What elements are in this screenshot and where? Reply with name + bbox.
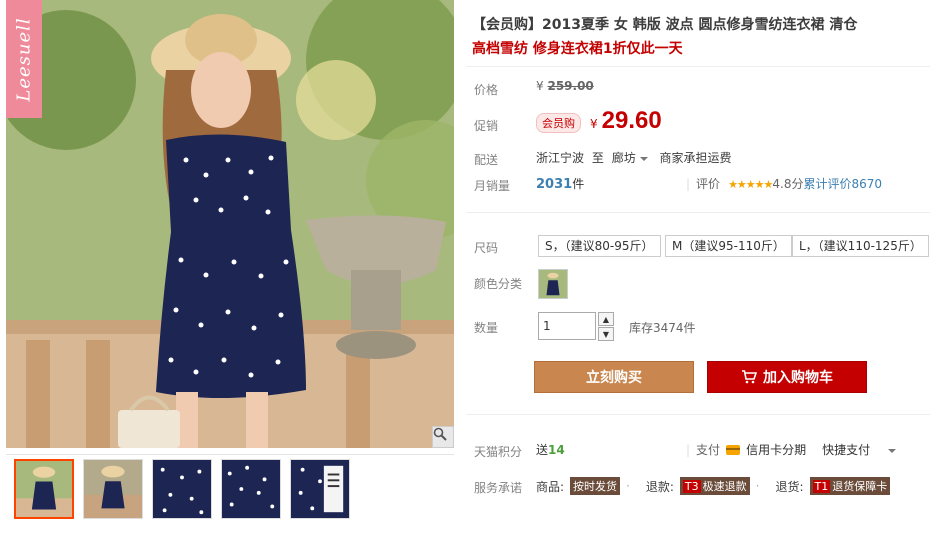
promo-price: ¥29.60 [590, 107, 662, 135]
thumbnail-1[interactable] [14, 459, 74, 519]
brand-logo-text: Leesuell [13, 16, 35, 102]
credit-card-icon [726, 444, 741, 455]
chevron-down-icon: ▼ [602, 329, 610, 339]
stock-text: 库存3474件 [629, 321, 696, 335]
monthly-sales-label: 月销量 [474, 179, 511, 193]
promo-label: 促销 [474, 119, 499, 133]
zoom-button[interactable] [432, 426, 454, 448]
star-rating-icon: ★★★★★ [728, 178, 773, 191]
color-swatch[interactable] [538, 269, 568, 299]
return-code: T1 [812, 479, 831, 493]
buy-now-label: 立刻购买 [586, 370, 642, 386]
quantity-label: 数量 [474, 321, 499, 335]
thumbnail-image [222, 460, 280, 518]
sku-section: 尺码 S，（建议80-95斤） M（建议95-110斤） L，（建议110-12… [466, 212, 930, 402]
service-label: 服务承诺 [474, 481, 523, 495]
price-section: 价格 ¥ 259.00 促销 会员购 ¥29.60 配送 浙江宁波 至 廊坊 商… [466, 66, 930, 200]
thumbnail-image [291, 460, 349, 518]
monthly-sales-unit: 件 [572, 177, 585, 191]
refund-label: 退款: [645, 479, 674, 494]
on-time-delivery-badge[interactable]: 按时发货 [570, 477, 621, 495]
quantity-increase-button[interactable]: ▲ [598, 312, 614, 326]
refund-code: T3 [682, 479, 701, 493]
quantity-input[interactable] [538, 312, 596, 340]
rating-label: 评价 [696, 177, 721, 191]
image-gallery: Leesuell [6, 0, 454, 534]
shipping-fee-text: 商家承担运费 [659, 151, 732, 165]
pay-label: 支付 [696, 443, 721, 457]
payment-info: | 支付 信用卡分期 快捷支付 [686, 441, 897, 458]
fast-refund-badge[interactable]: T3 极速退款 [679, 477, 750, 495]
size-option-s[interactable]: S，（建议80-95斤） [538, 235, 661, 257]
divider: | [686, 442, 691, 457]
thumbnail-2[interactable] [83, 459, 143, 519]
original-price: ¥ 259.00 [536, 79, 594, 93]
divider: | [686, 177, 691, 191]
points-prefix: 送 [536, 443, 549, 457]
quick-pay-text: 快捷支付 [822, 443, 871, 457]
currency-symbol: ¥ [536, 79, 544, 93]
product-details: 【会员购】2013夏季 女 韩版 波点 圆点修身雪纺连衣裙 清仓 高档雪纺 修身… [466, 0, 930, 534]
monthly-sales: 2031件 [536, 175, 584, 192]
size-option-l[interactable]: L，（建议110-125斤） [792, 235, 929, 257]
chevron-down-icon [639, 156, 648, 161]
chevron-up-icon: ▲ [602, 314, 610, 324]
rating-score: 4.8分 [772, 177, 804, 191]
magnifier-icon [433, 427, 447, 441]
delivery-from: 浙江宁波 [536, 151, 585, 165]
extras-section: 天猫积分 送14 | 支付 信用卡分期 快捷支付 服务承诺 商品: 按时发货 ·… [466, 414, 930, 534]
promo-badge: 会员购 [536, 113, 581, 133]
goods-label: 商品: [536, 479, 565, 494]
points-value: 14 [548, 443, 565, 457]
add-to-cart-label: 加入购物车 [763, 370, 833, 386]
thumbnail-image [16, 461, 72, 517]
cart-icon [742, 370, 757, 384]
thumbnail-5[interactable] [290, 459, 350, 519]
buy-now-button[interactable]: 立刻购买 [534, 361, 694, 393]
product-page: Leesuell 【会员购】2013夏季 女 韩版 波点 圆点修身雪纺连衣裙 清… [0, 0, 930, 534]
product-title: 【会员购】2013夏季 女 韩版 波点 圆点修身雪纺连衣裙 清仓 [472, 17, 858, 33]
service-promises: 商品: 按时发货 · 退款: T3 极速退款 · 退货: T1 退货保障卡 [536, 477, 891, 495]
total-reviews-link[interactable]: 累计评价8670 [803, 177, 882, 191]
thumbnail-strip [6, 454, 454, 526]
monthly-sales-count: 2031 [536, 177, 573, 192]
promo-currency-symbol: ¥ [590, 117, 598, 131]
separator-dot: · [755, 479, 760, 493]
price-label: 价格 [474, 83, 499, 97]
color-label: 颜色分类 [474, 277, 523, 291]
thumbnail-3[interactable] [152, 459, 212, 519]
thumbnail-image [153, 460, 211, 518]
refund-tag-text: 极速退款 [702, 480, 747, 493]
promo-price-value: 29.60 [601, 107, 662, 134]
main-product-image[interactable]: Leesuell [6, 0, 454, 448]
color-swatch-image [539, 270, 567, 298]
thumbnail-4[interactable] [221, 459, 281, 519]
brand-logo-tag: Leesuell [6, 0, 42, 118]
return-label: 退货: [775, 479, 804, 494]
size-label: 尺码 [474, 241, 499, 255]
thumbnail-image [84, 460, 142, 518]
chevron-down-icon [888, 448, 897, 453]
quantity-decrease-button[interactable]: ▼ [598, 327, 614, 341]
points-info: 送14 [536, 441, 565, 458]
original-price-value: 259.00 [547, 79, 594, 93]
add-to-cart-button[interactable]: 加入购物车 [707, 361, 867, 393]
model-photo [6, 0, 454, 448]
delivery-label: 配送 [474, 153, 499, 167]
credit-installment-link[interactable]: 信用卡分期 [746, 441, 806, 458]
rating-info: | 评价 ★★★★★4.8分累计评价8670 [686, 175, 882, 192]
return-tag-text: 退货保障卡 [832, 480, 888, 493]
delivery-info: 浙江宁波 至 廊坊 商家承担运费 [536, 149, 732, 166]
quick-pay-dropdown[interactable]: 快捷支付 [822, 441, 897, 458]
destination-text: 廊坊 [611, 151, 636, 165]
size-option-m[interactable]: M（建议95-110斤） [665, 235, 792, 257]
return-guarantee-badge[interactable]: T1 退货保障卡 [809, 477, 891, 495]
points-label: 天猫积分 [474, 445, 523, 459]
delivery-to-word: 至 [591, 151, 604, 165]
destination-dropdown[interactable]: 廊坊 [612, 151, 648, 165]
product-subtitle: 高档雪纺 修身连衣裙1折仅此一天 [472, 41, 683, 57]
separator-dot: · [626, 479, 630, 493]
